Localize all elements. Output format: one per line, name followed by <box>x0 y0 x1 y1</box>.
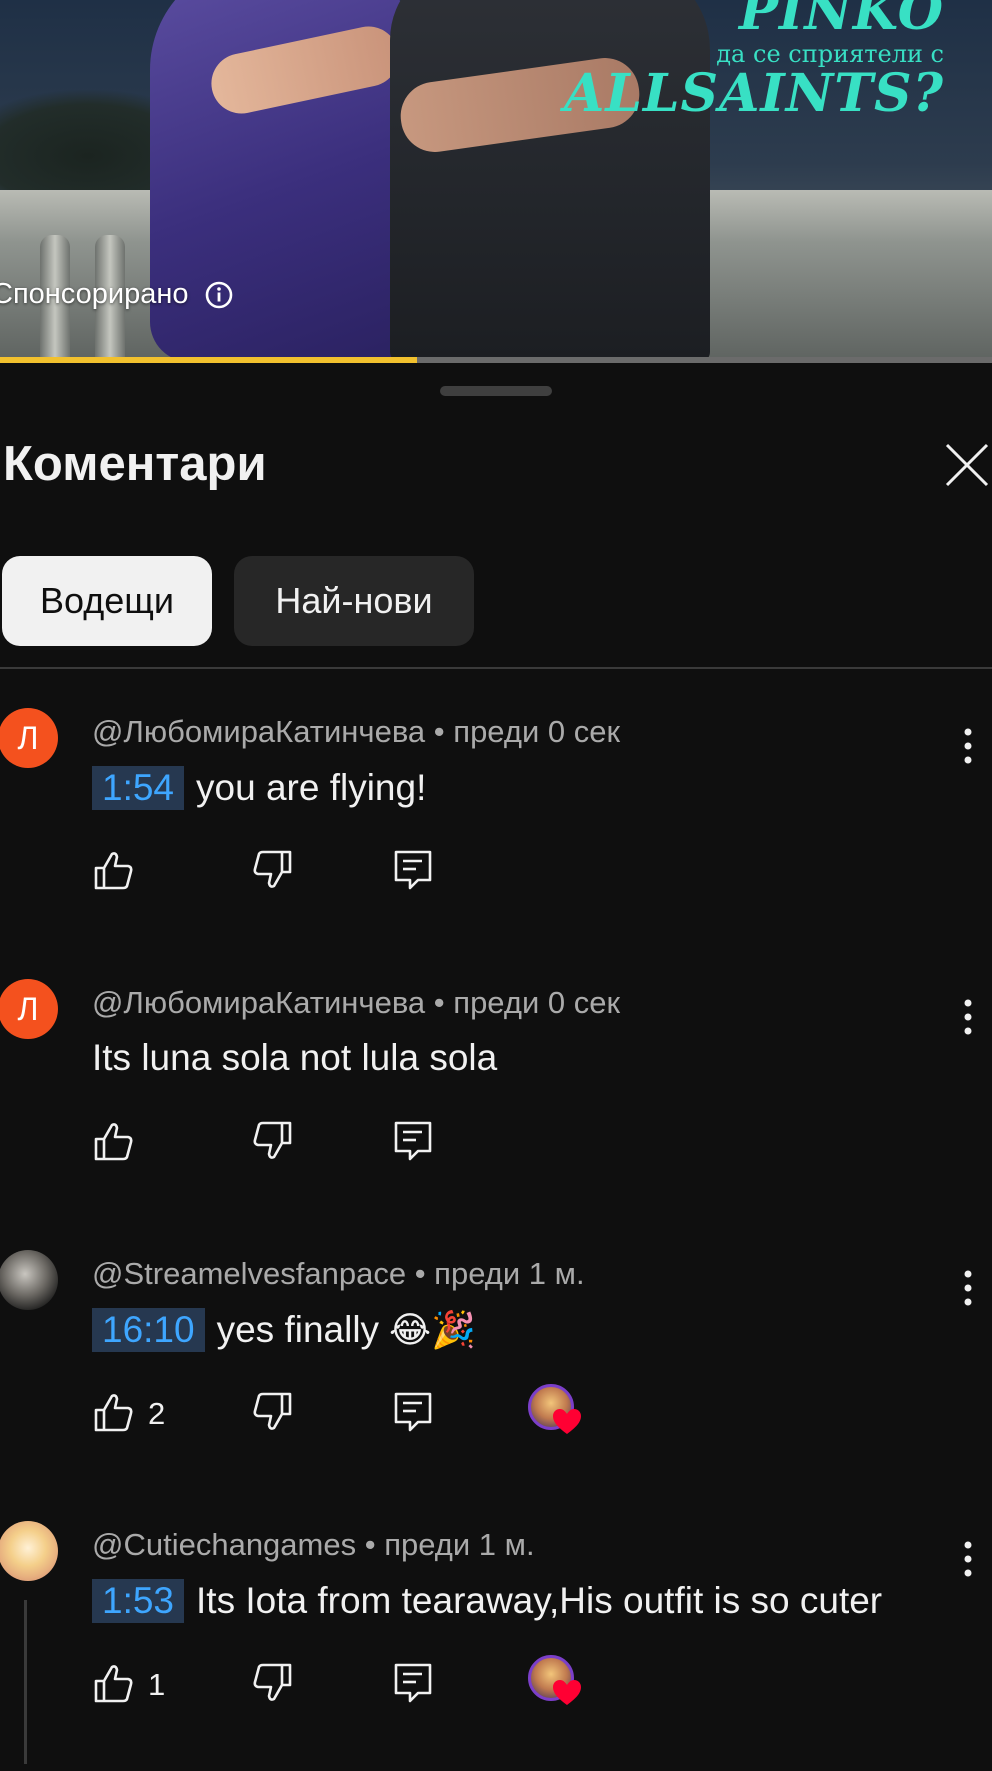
creator-heart-badge <box>528 1655 584 1711</box>
comment-time: преди 0 сек <box>453 985 621 1020</box>
reply-thread-line <box>24 1600 27 1764</box>
ad-progress-fill <box>0 357 417 363</box>
comment-body: Its Iota from tearaway,His outfit is so … <box>196 1580 883 1621</box>
thumb-down-icon[interactable] <box>250 1390 294 1434</box>
avatar[interactable]: Л <box>0 708 58 768</box>
avatar[interactable]: Л <box>0 979 58 1039</box>
sort-chips: Водещи Най-нови <box>2 556 474 646</box>
comment-meta: @Streamelvesfanpace • преди 1 м. <box>92 1256 585 1292</box>
comment-time: преди 1 м. <box>384 1527 535 1562</box>
comment-item: Л @ЛюбомираКатинчева • преди 0 сек 1:54 … <box>0 708 992 958</box>
meta-separator: • <box>425 714 454 749</box>
comment-author[interactable]: @Cutiechangames <box>92 1527 356 1562</box>
heart-icon <box>553 1680 581 1705</box>
comment-body: you are flying! <box>196 767 427 808</box>
ad-progress-bar[interactable] <box>0 357 992 363</box>
sheet-drag-handle[interactable] <box>440 386 552 396</box>
avatar[interactable] <box>0 1250 58 1310</box>
comment-body: yes finally <box>216 1309 380 1350</box>
meta-separator: • <box>425 985 454 1020</box>
thumb-up-icon[interactable] <box>92 1119 136 1163</box>
more-vert-icon[interactable] <box>955 726 981 766</box>
avatar[interactable] <box>0 1521 58 1581</box>
comment-author[interactable]: @Streamelvesfanpace <box>92 1256 406 1291</box>
chip-newest[interactable]: Най-нови <box>234 556 474 646</box>
thumb-down-icon[interactable] <box>250 1119 294 1163</box>
comment-item: Л @ЛюбомираКатинчева • преди 0 сек Its l… <box>0 979 992 1229</box>
close-icon[interactable] <box>942 436 992 492</box>
comment-item: @Streamelvesfanpace • преди 1 м. 16:10 y… <box>0 1250 992 1500</box>
ad-headline-brand1: PINKO <box>738 0 944 42</box>
reply-icon[interactable] <box>392 1390 436 1434</box>
info-icon[interactable] <box>204 280 234 310</box>
comment-emoji: 😂🎉 <box>389 1309 476 1350</box>
comment-meta: @ЛюбомираКатинчева • преди 0 сек <box>92 714 620 750</box>
reply-icon[interactable] <box>392 1661 436 1705</box>
comment-item: @Cutiechangames • преди 1 м. 1:53 Its Io… <box>0 1521 992 1771</box>
sponsored-text: Спонсорирано <box>0 278 189 310</box>
meta-separator: • <box>406 1256 435 1291</box>
comment-timestamp-link[interactable]: 1:54 <box>92 766 185 810</box>
thumb-down-icon[interactable] <box>250 1661 294 1705</box>
sheet-title: Коментари <box>3 437 267 491</box>
like-count: 2 <box>148 1396 166 1431</box>
meta-separator: • <box>356 1527 385 1562</box>
comment-time: преди 0 сек <box>453 714 621 749</box>
chip-top[interactable]: Водещи <box>2 556 212 646</box>
thumb-up-icon[interactable] <box>92 1390 136 1434</box>
ad-headline: PINKO да се сприятели с ALLSAINTS? <box>564 0 944 120</box>
sponsored-label[interactable]: Спонсорирано <box>0 278 234 311</box>
reply-icon[interactable] <box>392 1119 436 1163</box>
comment-body: Its luna sola not lula sola <box>92 1037 498 1078</box>
comment-meta: @Cutiechangames • преди 1 м. <box>92 1527 535 1563</box>
creator-heart-badge <box>528 1384 584 1440</box>
reply-icon[interactable] <box>392 848 436 892</box>
thumb-down-icon[interactable] <box>250 848 294 892</box>
comment-text: 1:54 you are flying! <box>92 766 426 810</box>
thumb-up-icon[interactable] <box>92 848 136 892</box>
thumb-up-icon[interactable] <box>92 1661 136 1705</box>
comment-time: преди 1 м. <box>434 1256 585 1291</box>
comment-text: 1:53 Its Iota from tearaway,His outfit i… <box>92 1579 882 1623</box>
comment-text: 16:10 yes finally 😂🎉 <box>92 1308 476 1352</box>
comment-timestamp-link[interactable]: 16:10 <box>92 1308 205 1352</box>
more-vert-icon[interactable] <box>955 997 981 1037</box>
comment-author[interactable]: @ЛюбомираКатинчева <box>92 985 425 1020</box>
comment-meta: @ЛюбомираКатинчева • преди 0 сек <box>92 985 620 1021</box>
comment-timestamp-link[interactable]: 1:53 <box>92 1579 185 1623</box>
comment-text: Its luna sola not lula sola <box>92 1037 497 1079</box>
heart-icon <box>553 1409 581 1434</box>
comment-author[interactable]: @ЛюбомираКатинчева <box>92 714 425 749</box>
ad-video-banner[interactable]: PINKO да се сприятели с ALLSAINTS? Спонс… <box>0 0 992 362</box>
like-count: 1 <box>148 1667 166 1702</box>
more-vert-icon[interactable] <box>955 1268 981 1308</box>
more-vert-icon[interactable] <box>955 1539 981 1579</box>
divider <box>0 667 992 669</box>
ad-headline-brand2: ALLSAINTS? <box>564 63 944 124</box>
